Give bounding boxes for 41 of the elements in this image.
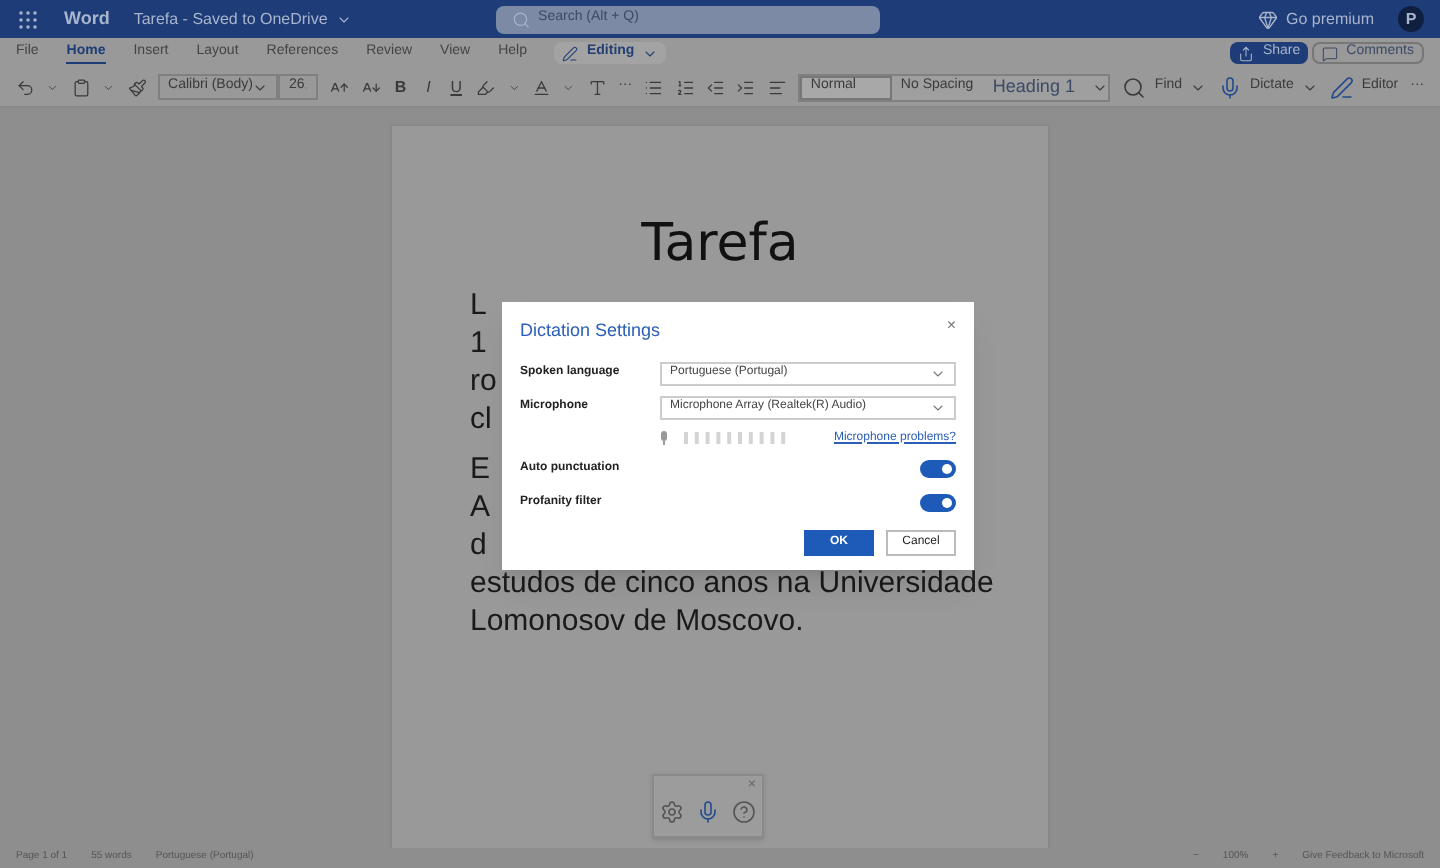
- format-button[interactable]: U: [448, 75, 465, 99]
- body-text-line: estudos de cinco anos na Universidade: [470, 564, 994, 602]
- body-text-line: d: [470, 526, 487, 564]
- close-button[interactable]: ×: [946, 314, 956, 338]
- document-title: Tarefa: [639, 214, 801, 274]
- undo-icon: [16, 75, 35, 99]
- search-icon: [511, 9, 531, 29]
- body-text-line: A: [470, 488, 491, 526]
- paintbrush-icon: [127, 75, 147, 99]
- go-premium-link[interactable]: Go premium: [1257, 7, 1374, 31]
- clipboard-icon: [71, 75, 91, 99]
- text-effects-icon: [587, 75, 607, 99]
- document-title[interactable]: Tarefa - Saved to OneDrive: [133, 7, 352, 31]
- search-icon: [1122, 75, 1147, 99]
- pen-icon: [1329, 75, 1354, 99]
- format-button[interactable]: I: [420, 75, 437, 99]
- toggle-switch[interactable]: [920, 460, 956, 478]
- numbering-icon: [675, 75, 695, 99]
- diamond-icon: [1257, 9, 1278, 29]
- style-option[interactable]: Heading 1: [984, 73, 1093, 101]
- settings-icon: [660, 800, 684, 824]
- font-color-icon: [531, 75, 551, 99]
- body-text-line: 1: [470, 324, 487, 362]
- dialog-title: Dictation Settings: [520, 318, 661, 344]
- comment-icon: [1322, 45, 1339, 61]
- toggle-switch[interactable]: [920, 494, 956, 512]
- help-icon: [732, 800, 756, 824]
- microphone-icon: [1218, 75, 1243, 99]
- highlighter-icon: [476, 75, 496, 99]
- body-text-line: ro: [470, 362, 497, 400]
- app-launcher-icon: [16, 7, 40, 31]
- body-text-line: L: [470, 286, 487, 324]
- pen-icon: [562, 45, 579, 61]
- body-text-line: Lomonosov de Moscovo.: [470, 602, 804, 640]
- microphone-icon: [696, 800, 720, 824]
- body-text-line: E: [470, 450, 491, 488]
- app-name: Word: [64, 5, 110, 32]
- format-button[interactable]: B: [392, 75, 409, 99]
- body-text-line: cl: [470, 400, 492, 438]
- share-icon: [1238, 45, 1255, 61]
- avatar[interactable]: P: [1398, 6, 1424, 32]
